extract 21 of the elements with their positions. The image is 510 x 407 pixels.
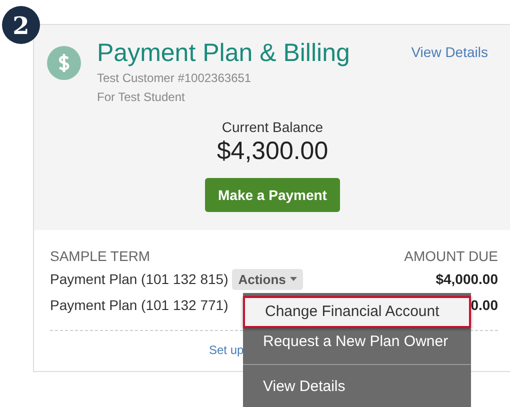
card-title: Payment Plan & Billing <box>97 38 351 69</box>
actions-button[interactable]: Actions <box>232 268 303 290</box>
plan-name: Payment Plan (101 132 815) <box>50 271 228 287</box>
menu-item[interactable]: Request a New Plan Owner <box>243 328 471 356</box>
balance-label: Current Balance <box>222 119 324 135</box>
make-payment-button[interactable]: Make a Payment <box>205 178 340 212</box>
view-details-link[interactable]: View Details <box>411 44 488 60</box>
menu-item[interactable]: Change Financial Account <box>243 296 471 328</box>
customer-number: Test Customer #1002363651 <box>97 70 252 87</box>
menu-item[interactable]: View Details <box>243 373 471 401</box>
plan-name: Payment Plan (101 132 771) <box>50 297 228 313</box>
amount-due: $4,000.00 <box>436 271 498 287</box>
caret-icon <box>290 277 297 281</box>
dollar-icon <box>47 46 81 80</box>
column-header: AMOUNT DUE <box>404 248 498 264</box>
setup-link[interactable]: Set up <box>209 343 244 357</box>
amount-due: 0.00 <box>470 297 498 313</box>
step-badge: 2 <box>2 6 40 44</box>
balance-amount: $4,300.00 <box>216 137 328 166</box>
column-header: SAMPLE TERM <box>50 248 150 264</box>
student-name: For Test Student <box>97 89 186 106</box>
